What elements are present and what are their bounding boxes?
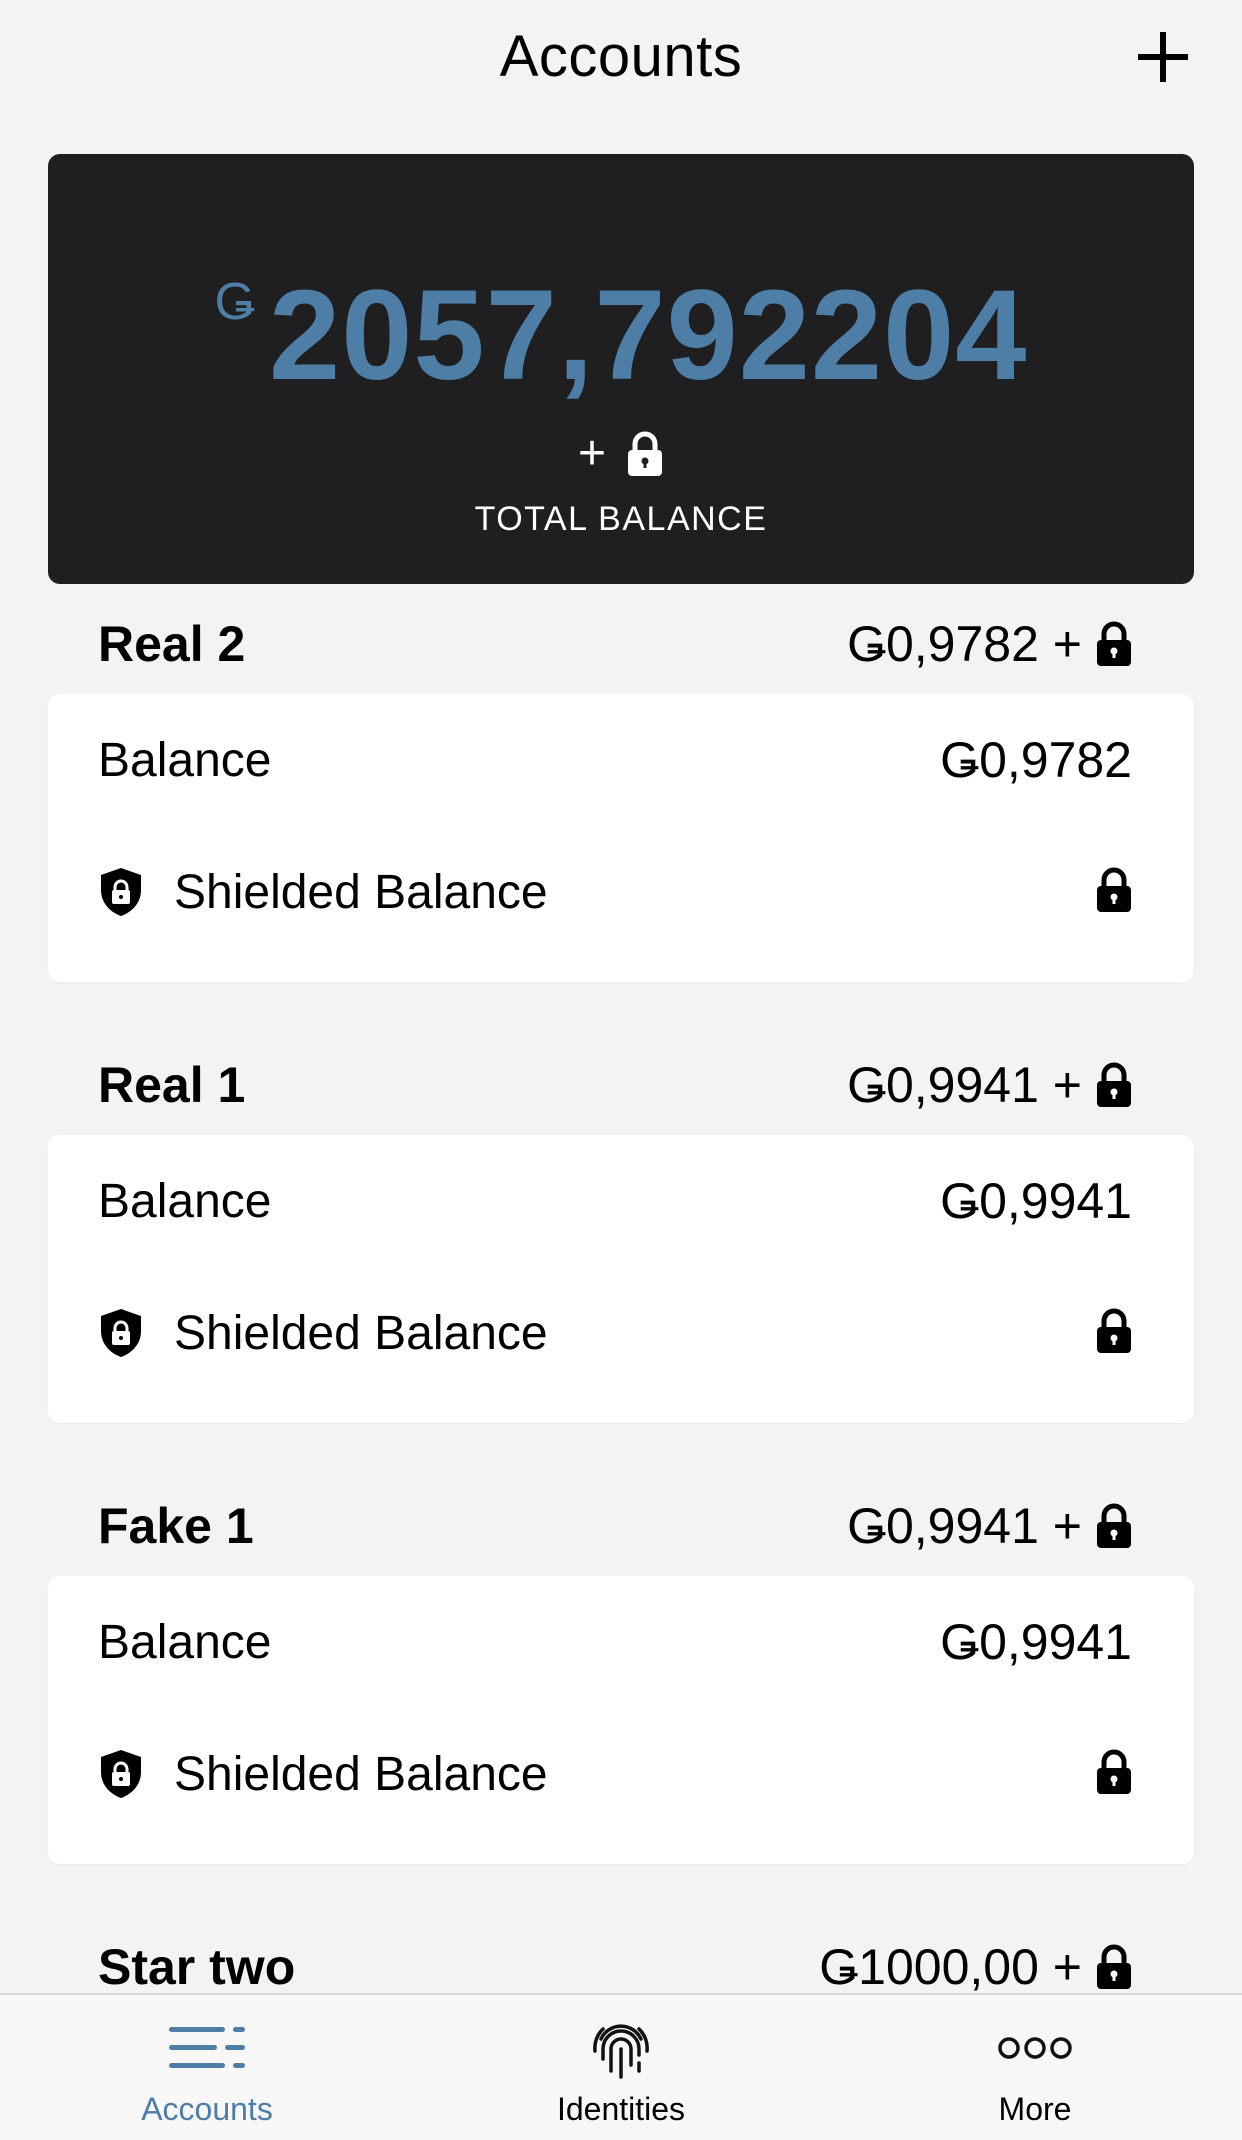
total-balance-label: TOTAL BALANCE <box>474 500 768 538</box>
account-header[interactable]: Fake 1 Ǥ0,9941 + <box>48 1476 1194 1576</box>
total-balance-card[interactable]: Ǥ 2057,792204 + TOTAL BALANCE <box>48 154 1194 584</box>
account-card[interactable]: Balance Ǥ0,9941 Shielded Balance <box>48 1135 1194 1423</box>
tab-more-label: More <box>998 2091 1072 2127</box>
shielded-total-indicator: + <box>578 430 664 478</box>
account-name: Fake 1 <box>98 1498 254 1554</box>
account-header[interactable]: Real 1 Ǥ0,9941 + <box>48 1035 1194 1135</box>
balance-label: Balance <box>98 1615 272 1669</box>
more-dots-icon <box>998 2037 1072 2059</box>
lock-icon <box>1097 1944 1131 1989</box>
lock-icon <box>628 431 663 476</box>
account-total-amount: Ǥ0,9941 + <box>847 1498 1082 1554</box>
account-total: Ǥ0,9941 + <box>847 1056 1132 1114</box>
shielded-balance-label: Shielded Balance <box>174 1747 548 1801</box>
account-name: Real 1 <box>98 1057 246 1113</box>
shielded-balance-label: Shielded Balance <box>174 865 548 919</box>
shield-lock-icon <box>101 1309 141 1357</box>
shielded-balance-row: Shielded Balance <box>48 1267 1194 1399</box>
lock-icon <box>1097 867 1131 912</box>
add-account-button[interactable] <box>1134 28 1192 86</box>
top-bar: Accounts <box>0 0 1242 120</box>
account-name: Real 2 <box>98 616 246 672</box>
fingerprint-icon <box>593 2024 649 2079</box>
bottom-tab-bar: Accounts Identities More <box>0 1993 1242 2140</box>
total-balance-amount: 2057,792204 <box>269 264 1028 407</box>
account-total: Ǥ0,9941 + <box>847 1497 1132 1555</box>
account-total-amount: Ǥ0,9941 + <box>847 1057 1082 1113</box>
account-section-fake-1: Fake 1 Ǥ0,9941 + Balance Ǥ0,9941 Shielde… <box>48 1476 1194 1864</box>
account-header[interactable]: Real 2 Ǥ0,9782 + <box>48 594 1194 694</box>
account-card[interactable]: Balance Ǥ0,9941 Shielded Balance <box>48 1576 1194 1864</box>
plus-icon <box>1138 32 1188 82</box>
account-name: Star two <box>98 1939 296 1995</box>
page-title: Accounts <box>499 23 743 89</box>
lock-icon <box>1097 1062 1131 1107</box>
lock-icon <box>1097 1749 1131 1794</box>
shielded-balance-label: Shielded Balance <box>174 1306 548 1360</box>
account-card[interactable]: Balance Ǥ0,9782 Shielded Balance <box>48 694 1194 982</box>
account-total-amount: Ǥ0,9782 + <box>847 616 1082 672</box>
balance-value: Ǥ0,9782 <box>940 732 1132 788</box>
balance-row: Balance Ǥ0,9782 <box>48 694 1194 826</box>
shielded-balance-row: Shielded Balance <box>48 826 1194 958</box>
tab-identities-label: Identities <box>556 2091 686 2127</box>
tab-accounts-label: Accounts <box>141 2091 273 2127</box>
shield-lock-icon <box>101 868 141 916</box>
accounts-list-icon <box>169 2027 245 2068</box>
balance-label: Balance <box>98 733 272 787</box>
currency-symbol: Ǥ <box>214 273 255 331</box>
lock-icon <box>1097 1503 1131 1548</box>
balance-row: Balance Ǥ0,9941 <box>48 1135 1194 1267</box>
account-total-amount: Ǥ1000,00 + <box>819 1939 1082 1995</box>
shielded-balance-row: Shielded Balance <box>48 1708 1194 1840</box>
tab-more[interactable]: More <box>885 1995 1185 2140</box>
account-section-real-2: Real 2 Ǥ0,9782 + Balance Ǥ0,9782 Shielde… <box>48 594 1194 982</box>
lock-icon <box>1097 1308 1131 1353</box>
balance-value: Ǥ0,9941 <box>940 1173 1132 1229</box>
lock-icon <box>1097 621 1131 666</box>
shield-lock-icon <box>101 1750 141 1798</box>
tab-accounts[interactable]: Accounts <box>57 1995 357 2140</box>
account-section-real-1: Real 1 Ǥ0,9941 + Balance Ǥ0,9941 Shielde… <box>48 1035 1194 1423</box>
account-total: Ǥ0,9782 + <box>847 615 1132 673</box>
account-total: Ǥ1000,00 + <box>819 1938 1132 1996</box>
balance-value: Ǥ0,9941 <box>940 1614 1132 1670</box>
balance-row: Balance Ǥ0,9941 <box>48 1576 1194 1708</box>
plus-sign: + <box>577 427 607 480</box>
tab-identities[interactable]: Identities <box>471 1995 771 2140</box>
balance-label: Balance <box>98 1174 272 1228</box>
